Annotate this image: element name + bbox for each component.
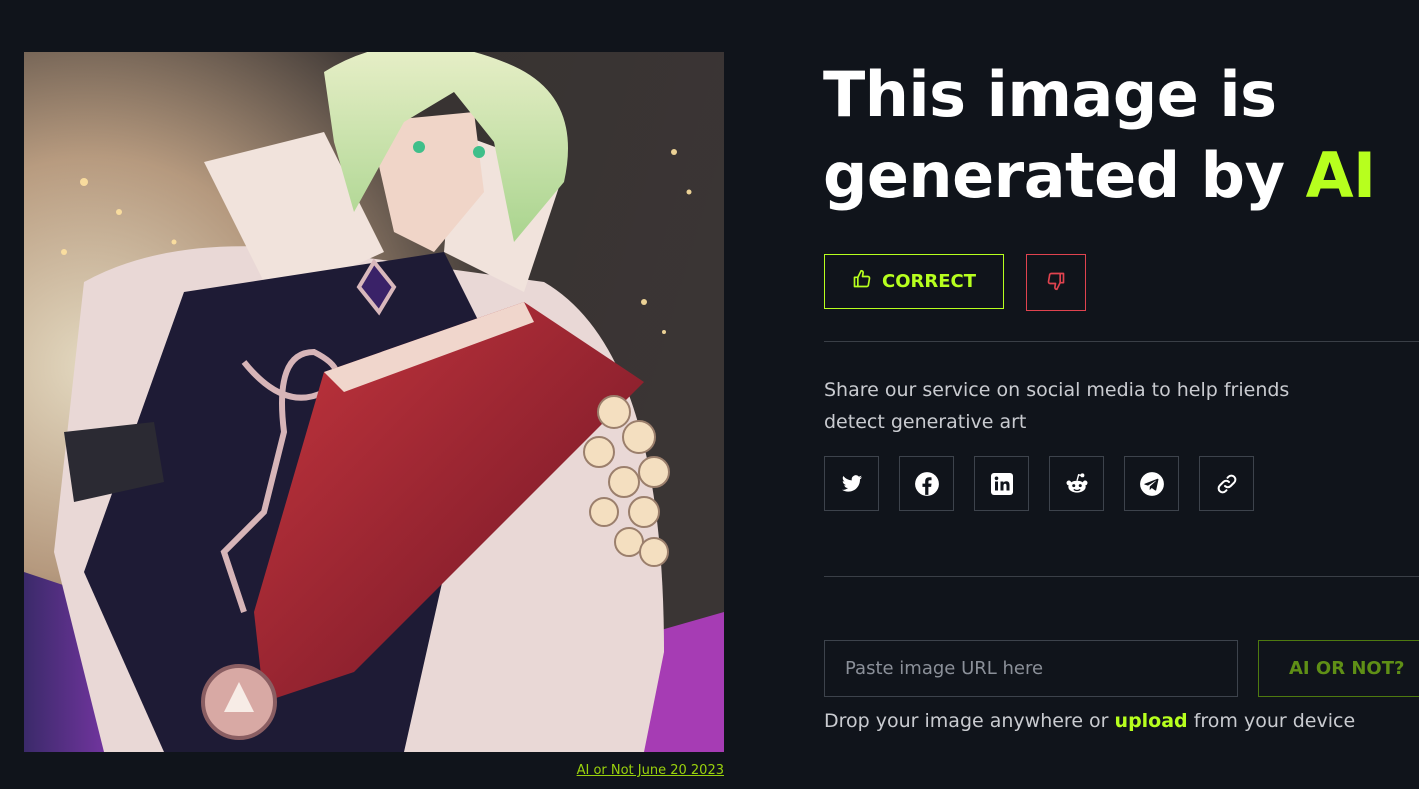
link-icon xyxy=(1217,474,1236,493)
twitter-icon xyxy=(841,474,862,492)
drop-text-prefix: Drop your image anywhere or xyxy=(824,710,1109,732)
ai-or-not-button[interactable]: AI OR NOT? xyxy=(1258,640,1419,697)
divider xyxy=(824,576,1419,577)
result-headline: This image is generated by AI xyxy=(823,54,1403,216)
reddit-icon xyxy=(1065,472,1088,493)
share-text: Share our service on social media to hel… xyxy=(824,379,1290,433)
correct-button[interactable]: CORRECT xyxy=(824,254,1004,309)
analyzed-image xyxy=(24,52,724,752)
drop-text-suffix: from your device xyxy=(1193,710,1356,732)
upload-link[interactable]: upload xyxy=(1115,710,1188,732)
share-twitter-button[interactable] xyxy=(824,456,879,511)
headline-accent: AI xyxy=(1305,139,1377,212)
correct-label: CORRECT xyxy=(881,271,977,292)
image-url-input[interactable] xyxy=(824,640,1238,697)
share-reddit-button[interactable] xyxy=(1049,456,1104,511)
facebook-icon xyxy=(914,471,939,496)
share-facebook-button[interactable] xyxy=(899,456,954,511)
linkedin-icon xyxy=(990,472,1013,495)
share-telegram-button[interactable] xyxy=(1124,456,1179,511)
social-share-buttons xyxy=(824,456,1254,511)
headline-text: This image is generated by xyxy=(823,58,1285,212)
image-date-caption[interactable]: AI or Not June 20 2023 xyxy=(424,763,724,778)
thumbs-down-icon xyxy=(1046,271,1066,294)
telegram-icon xyxy=(1139,471,1164,496)
drop-upload-hint: Drop your image anywhere or upload from … xyxy=(824,710,1355,732)
share-linkedin-button[interactable] xyxy=(974,456,1029,511)
copy-link-button[interactable] xyxy=(1199,456,1254,511)
wrong-button[interactable] xyxy=(1026,254,1086,311)
thumbs-up-icon xyxy=(852,269,872,294)
divider xyxy=(824,341,1419,342)
